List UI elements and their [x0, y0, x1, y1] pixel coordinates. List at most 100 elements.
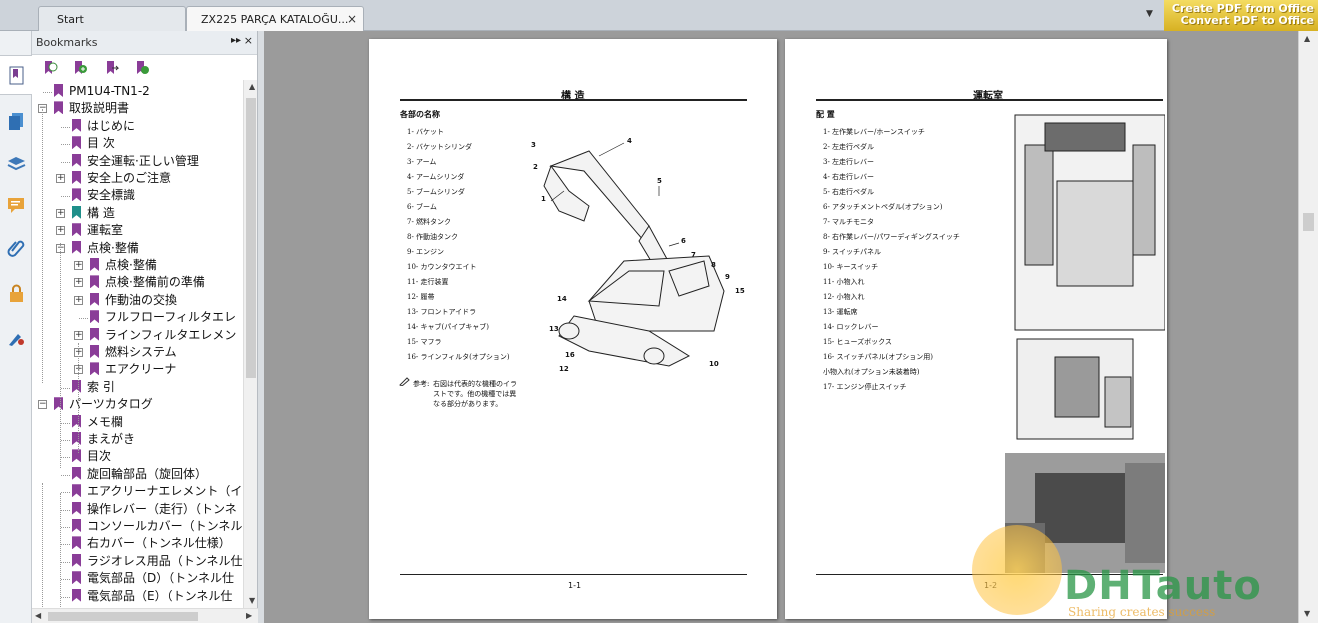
tab-list-dropdown-icon[interactable]: ▼ — [1146, 9, 1153, 19]
bookmark-item[interactable]: 運転室 — [72, 222, 123, 239]
bookmark-item[interactable]: 構 造 — [72, 205, 115, 222]
bookmark-item[interactable]: メモ欄 — [72, 414, 123, 431]
tree-guide-line — [60, 243, 61, 468]
bookmark-label: 安全上のご注意 — [87, 171, 172, 185]
comments-icon[interactable] — [6, 195, 27, 216]
bookmark-label: 運転室 — [87, 223, 124, 238]
security-lock-icon[interactable] — [6, 283, 27, 304]
fig-label: 8 — [711, 261, 716, 269]
bookmark-item[interactable]: 右カバー（トンネル仕様） — [72, 535, 231, 552]
bookmark-item[interactable]: ラインフィルタエレメン — [90, 327, 236, 344]
parts-list-item: 12- 履帯 — [407, 293, 435, 301]
tree-toggle-expand[interactable]: + — [56, 226, 65, 236]
bookmark-item[interactable]: 点検·整備 — [72, 240, 139, 257]
bookmark-item[interactable]: 安全運転·正しい管理 — [72, 153, 199, 170]
bookmark-item[interactable]: エアクリーナエレメント（イ — [72, 483, 242, 500]
fig-label: 3 — [531, 141, 536, 149]
document-scroll-thumb[interactable] — [1303, 213, 1314, 231]
parts-list-item: 9- スイッチパネル — [823, 248, 882, 256]
scroll-down-arrow-icon[interactable]: ▼ — [249, 596, 255, 605]
bookmark-item[interactable]: 電気部品（E）（トンネル仕 — [72, 588, 232, 605]
tree-connector — [61, 544, 70, 546]
bookmark-icon — [72, 223, 81, 237]
add-bookmark-icon[interactable] — [72, 60, 88, 76]
bookmarks-scroll-thumb[interactable] — [246, 98, 256, 378]
bookmark-icon — [54, 84, 63, 97]
scroll-right-arrow-icon[interactable]: ▶ — [246, 611, 252, 620]
tree-toggle-expand[interactable]: + — [56, 174, 65, 183]
bookmark-item[interactable]: 点検·整備前の準備 — [90, 274, 205, 291]
parts-list-item: 14- ロックレバー — [823, 323, 879, 331]
bookmarks-icon[interactable] — [6, 65, 27, 86]
bookmark-item[interactable]: 燃料システム — [90, 344, 177, 361]
tree-toggle-expand[interactable]: + — [56, 208, 65, 218]
expand-bookmark-icon[interactable] — [42, 60, 58, 76]
bookmarks-vertical-scrollbar[interactable]: ▲ ▼ — [243, 80, 257, 608]
scroll-left-arrow-icon[interactable]: ◀ — [35, 611, 41, 620]
bookmark-icon — [72, 153, 81, 167]
bookmark-item[interactable]: パーツカタログ — [54, 396, 153, 413]
bookmark-item[interactable]: 操作レバー（走行）（トンネ — [72, 501, 237, 518]
tab-start[interactable]: Start — [38, 6, 186, 31]
bookmark-item[interactable]: 安全上のご注意 — [72, 170, 171, 187]
page-number-1: 1-1 — [568, 581, 582, 590]
promo-banner[interactable]: Create PDF from Office Convert PDF to Of… — [1164, 0, 1318, 31]
signature-icon[interactable] — [6, 327, 27, 348]
bookmark-item[interactable]: 旋回輪部品（旋回体） — [72, 466, 207, 483]
bookmark-properties-icon[interactable] — [134, 60, 150, 76]
pdf-page-2: 運転室 配 置 1- 左作業レバー/ホーンスイッチ 2- 左走行ペダル 3- 左走行… — [785, 39, 1167, 619]
tree-toggle-expand[interactable]: + — [74, 261, 83, 270]
scroll-down-arrow-icon[interactable]: ▼ — [1304, 609, 1310, 618]
go-to-bookmark-icon[interactable] — [104, 60, 120, 76]
tree-toggle-collapse[interactable]: − — [38, 400, 47, 410]
tree-toggle-expand[interactable]: + — [74, 330, 83, 340]
page-2-parts-list: 1- 左作業レバー/ホーンスイッチ 2- 左走行ペダル 3- 左走行レバー 4- 右走… — [823, 127, 960, 397]
pdf-page-1: 構 造 各部の名称 1- バケット 2- バケットシリンダ 3- アーム 4- アーム… — [369, 39, 777, 619]
bookmark-item[interactable]: 取扱説明書 — [54, 100, 129, 117]
scroll-up-arrow-icon[interactable]: ▲ — [249, 82, 255, 91]
bookmark-item[interactable]: 安全標識 — [72, 187, 135, 204]
bookmarks-horizontal-scrollbar[interactable]: ◀ ▶ — [32, 608, 258, 623]
bookmark-item[interactable]: 点検·整備 — [90, 257, 157, 274]
watermark-slogan: Sharing creates success — [1068, 605, 1216, 619]
bookmark-label: 操作レバー（走行）（トンネ — [87, 501, 237, 516]
attachments-icon[interactable] — [6, 237, 27, 258]
tree-connector — [61, 579, 70, 581]
pages-thumbnail-icon[interactable] — [6, 111, 27, 132]
document-vertical-scrollbar[interactable]: ▲ ▼ — [1298, 31, 1318, 623]
bookmark-icon — [72, 240, 81, 254]
bookmark-icon — [90, 345, 99, 358]
tab-start-label: Start — [57, 13, 84, 26]
bookmark-label: まえがき — [87, 432, 136, 446]
tree-connector — [61, 492, 70, 494]
bookmark-label: 点検·整備 — [105, 258, 157, 272]
bookmark-icon — [72, 188, 81, 202]
bookmark-item[interactable]: 電気部品（D）（トンネル仕 — [72, 570, 234, 587]
bookmark-item[interactable]: PM1U4-TN1-2 — [54, 83, 150, 100]
close-icon[interactable]: × — [347, 12, 357, 26]
sidebar-icon-strip — [0, 31, 32, 623]
collapse-panel-icon[interactable]: ▸▸ — [231, 35, 241, 46]
bookmark-label: メモ欄 — [87, 414, 124, 429]
bookmark-item[interactable]: エアクリーナ — [90, 361, 176, 378]
footer-rule — [400, 574, 747, 575]
bookmark-item[interactable]: 目 次 — [72, 135, 115, 152]
bookmarks-hscroll-thumb[interactable] — [48, 612, 198, 621]
bookmark-icon — [72, 571, 81, 585]
tree-toggle-expand[interactable]: + — [74, 278, 83, 288]
tree-toggle-expand[interactable]: + — [74, 295, 83, 305]
tab-document[interactable]: ZX225 PARÇA KATALOĞU... × — [186, 6, 364, 31]
bookmark-item[interactable]: フルフローフィルタエレ — [90, 309, 236, 326]
bookmark-item[interactable]: はじめに — [72, 118, 135, 135]
scroll-up-arrow-icon[interactable]: ▲ — [1304, 34, 1310, 43]
tree-connector — [61, 509, 70, 511]
title-rule — [400, 99, 747, 101]
close-panel-icon[interactable]: × — [244, 34, 253, 47]
bookmark-item[interactable]: ラジオレス用品（トンネル仕 — [72, 553, 243, 570]
bookmark-item[interactable]: まえがき — [72, 431, 135, 448]
bookmark-label: 点検·整備 — [87, 240, 139, 255]
bookmark-item[interactable]: 作動油の交換 — [90, 292, 177, 309]
bookmark-item[interactable]: コンソールカバー（トンネル — [72, 518, 242, 535]
fig-label: 15 — [735, 287, 745, 295]
layers-icon[interactable] — [6, 153, 27, 174]
